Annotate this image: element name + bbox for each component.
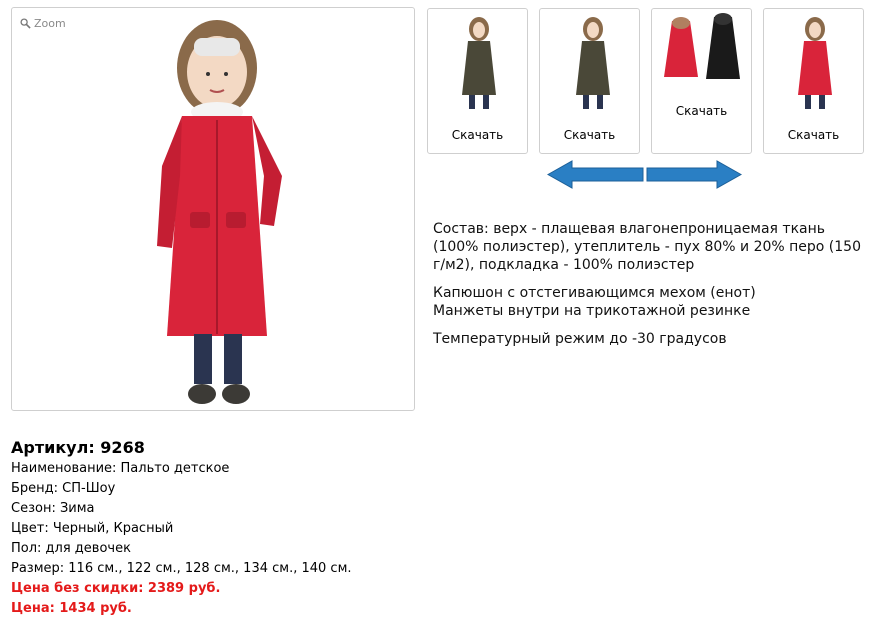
cuffs-text: Манжеты внутри на трикотажной резинке: [433, 303, 751, 319]
thumbnail-4[interactable]: Скачать: [763, 8, 864, 154]
download-link-3[interactable]: Скачать: [652, 104, 751, 118]
product-sizes: Размер: 116 см., 122 см., 128 см., 134 с…: [11, 561, 352, 576]
hood-text: Капюшон с отстегивающимся мехом (енот): [433, 285, 756, 301]
arrow-right-icon[interactable]: [646, 160, 743, 189]
product-info: Артикул: 9268 Наименование: Пальто детск…: [11, 437, 352, 619]
zoom-control[interactable]: Zoom: [20, 17, 66, 30]
product-description: Состав: верх - плащевая влагонепроницаем…: [433, 220, 863, 358]
thumbnail-1[interactable]: Скачать: [427, 8, 528, 154]
thumbnail-photo-red-coat: [764, 11, 863, 115]
zoom-label: Zoom: [34, 17, 66, 30]
thumbnail-photo-red-and-black-coats: [652, 11, 751, 115]
price: Цена: 1434 руб.: [11, 601, 132, 616]
thumbnail-3[interactable]: Скачать: [651, 8, 752, 154]
price-without-discount: Цена без скидки: 2389 руб.: [11, 581, 221, 596]
product-gender: Пол: для девочек: [11, 541, 131, 556]
download-link-1[interactable]: Скачать: [428, 128, 527, 142]
download-link-4[interactable]: Скачать: [764, 128, 863, 142]
magnifier-icon: [20, 18, 31, 29]
product-brand: Бренд: СП-Шоу: [11, 481, 116, 496]
temperature-text: Температурный режим до -30 градусов: [433, 331, 727, 347]
sku-heading: Артикул: 9268: [11, 438, 145, 457]
download-link-2[interactable]: Скачать: [540, 128, 639, 142]
product-season: Сезон: Зима: [11, 501, 95, 516]
thumbnail-photo-dark-coat-side: [540, 11, 639, 115]
composition-text: Состав: верх - плащевая влагонепроницаем…: [433, 221, 861, 273]
carousel-arrows: [546, 159, 743, 190]
arrow-left-icon[interactable]: [546, 160, 644, 189]
thumbnail-2[interactable]: Скачать: [539, 8, 640, 154]
product-name: Наименование: Пальто детское: [11, 461, 230, 476]
main-product-image[interactable]: Zoom: [11, 7, 415, 411]
thumbnail-photo-dark-coat-front: [428, 11, 527, 115]
product-color: Цвет: Черный, Красный: [11, 521, 174, 536]
